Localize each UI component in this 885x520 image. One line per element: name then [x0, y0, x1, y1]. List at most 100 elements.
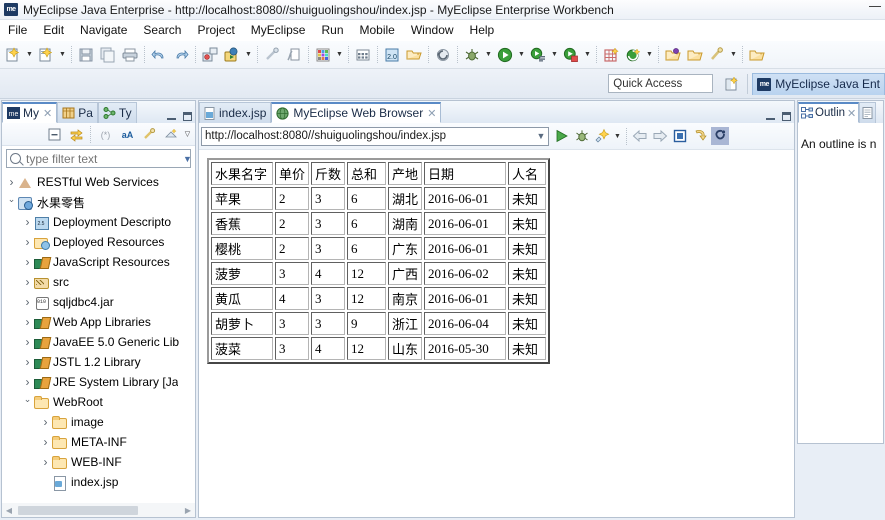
maximize-view-button[interactable]: [183, 112, 192, 121]
coverage-dropdown-arrow[interactable]: ▼: [582, 44, 593, 66]
debug-icon[interactable]: [462, 44, 482, 66]
close-icon[interactable]: ✕: [847, 107, 856, 120]
open-folder-icon[interactable]: [404, 44, 424, 66]
menu-navigate[interactable]: Navigate: [72, 21, 135, 39]
tree-item-web-app-libraries[interactable]: Web App Libraries: [2, 312, 195, 332]
url-combo[interactable]: ▼: [201, 126, 549, 146]
profile-icon[interactable]: [528, 44, 548, 66]
menu-window[interactable]: Window: [403, 21, 462, 39]
redo-icon[interactable]: [171, 44, 191, 66]
close-icon[interactable]: ✕: [43, 107, 52, 120]
tree-item-project[interactable]: 水果零售: [2, 192, 195, 212]
twisty-icon[interactable]: [22, 235, 33, 249]
twisty-icon[interactable]: [6, 197, 17, 208]
twisty-icon[interactable]: [6, 175, 17, 189]
search-dropdown-arrow[interactable]: ▼: [728, 44, 739, 66]
refresh-icon[interactable]: [690, 125, 710, 147]
color-palette-icon[interactable]: [313, 44, 333, 66]
forward-icon[interactable]: [650, 125, 670, 147]
undo-icon[interactable]: [149, 44, 169, 66]
sync-icon[interactable]: [623, 44, 643, 66]
chevron-down-icon[interactable]: ▼: [534, 131, 548, 141]
collapse-all-icon[interactable]: [44, 123, 64, 145]
profile-dropdown-arrow[interactable]: ▼: [549, 44, 560, 66]
tree-item-javaee-generic-library[interactable]: JavaEE 5.0 Generic Lib: [2, 332, 195, 352]
twisty-icon[interactable]: [22, 375, 33, 389]
new-wizard-icon[interactable]: [3, 44, 23, 66]
open-external-browser-icon[interactable]: [710, 125, 730, 147]
tree-item-webroot[interactable]: WebRoot: [2, 392, 195, 412]
tree-item-jre-system-library[interactable]: JRE System Library [Ja: [2, 372, 195, 392]
view-menu-icon[interactable]: ▽: [182, 123, 193, 145]
open-perspective-icon[interactable]: [721, 73, 743, 95]
tree-item-image[interactable]: image: [2, 412, 195, 432]
tab-myeclipse-explorer[interactable]: me My ✕: [2, 102, 58, 123]
new-java-project-icon[interactable]: [36, 44, 56, 66]
scroll-right-arrow-icon[interactable]: ▶: [181, 506, 195, 515]
run-server-dropdown-arrow[interactable]: ▼: [243, 44, 254, 66]
run-dropdown-arrow[interactable]: ▼: [516, 44, 527, 66]
tree-item-meta-inf[interactable]: META-INF: [2, 432, 195, 452]
menu-run[interactable]: Run: [313, 21, 351, 39]
explorer-horizontal-scrollbar[interactable]: ◀ ▶: [2, 503, 195, 517]
debug-browser-icon[interactable]: [572, 125, 592, 147]
twisty-icon[interactable]: [22, 215, 33, 229]
show-uppercase-icon[interactable]: aA: [117, 123, 137, 145]
menu-file[interactable]: File: [0, 21, 35, 39]
twisty-icon[interactable]: [22, 355, 33, 369]
filter-box[interactable]: ▼: [6, 149, 192, 168]
close-icon[interactable]: ✕: [427, 107, 436, 120]
open-perspective-toolbar-icon[interactable]: [747, 44, 767, 66]
tab-type-hierarchy[interactable]: Ty: [97, 102, 137, 123]
window-minimize-button[interactable]: [869, 6, 881, 7]
refresh-icon[interactable]: [433, 44, 453, 66]
menu-myeclipse[interactable]: MyEclipse: [243, 21, 314, 39]
maximize-editor-button[interactable]: [782, 112, 791, 121]
db-connect-icon[interactable]: [262, 44, 282, 66]
minimize-editor-button[interactable]: [766, 113, 775, 120]
twisty-icon[interactable]: [40, 455, 51, 469]
scroll-left-arrow-icon[interactable]: ◀: [2, 506, 16, 515]
save-icon[interactable]: [76, 44, 96, 66]
html-20-icon[interactable]: 2.0: [382, 44, 402, 66]
inspect-icon[interactable]: [592, 125, 612, 147]
quick-access-input[interactable]: Quick Access: [608, 74, 714, 93]
url-input[interactable]: [202, 129, 534, 143]
link-with-editor-icon[interactable]: [66, 123, 86, 145]
back-icon[interactable]: [630, 125, 650, 147]
tab-package-explorer[interactable]: Pa: [57, 102, 98, 123]
type-filter-input[interactable]: [7, 150, 183, 167]
twisty-icon[interactable]: [22, 335, 33, 349]
run-icon[interactable]: [495, 44, 515, 66]
menu-project[interactable]: Project: [189, 21, 242, 39]
minimize-view-button[interactable]: [167, 113, 176, 120]
palette-dropdown-arrow[interactable]: ▼: [334, 44, 345, 66]
tree-item-src[interactable]: src: [2, 272, 195, 292]
twisty-icon[interactable]: [22, 315, 33, 329]
search-task-icon[interactable]: [707, 44, 727, 66]
tab-myeclipse-web-browser[interactable]: MyEclipse Web Browser ✕: [271, 102, 442, 123]
debug-dropdown-arrow[interactable]: ▼: [483, 44, 494, 66]
tree-item-deployed-resources[interactable]: Deployed Resources: [2, 232, 195, 252]
twisty-icon[interactable]: [40, 435, 51, 449]
package-presentation-icon[interactable]: [139, 123, 159, 145]
sort-icon[interactable]: [161, 123, 181, 145]
tab-outline[interactable]: Outlin ✕: [798, 102, 860, 123]
menu-search[interactable]: Search: [135, 21, 189, 39]
menu-help[interactable]: Help: [462, 21, 503, 39]
twisty-icon[interactable]: [22, 397, 33, 408]
tree-item-jstl-library[interactable]: JSTL 1.2 Library: [2, 352, 195, 372]
chevron-down-icon[interactable]: ▼: [183, 154, 192, 164]
sync-dropdown-arrow[interactable]: ▼: [644, 44, 655, 66]
inspect-dropdown-arrow[interactable]: ▼: [612, 125, 623, 147]
tree-item-restful-web-services[interactable]: RESTful Web Services: [2, 172, 195, 192]
menu-edit[interactable]: Edit: [35, 21, 72, 39]
run-server-icon[interactable]: [222, 44, 242, 66]
twisty-icon[interactable]: [22, 255, 33, 269]
new-table-icon[interactable]: [601, 44, 621, 66]
tree-item-web-inf[interactable]: WEB-INF: [2, 452, 195, 472]
print-icon[interactable]: [120, 44, 140, 66]
grid-icon[interactable]: [353, 44, 373, 66]
tree-item-sqljdbc4-jar[interactable]: sqljdbc4.jar: [2, 292, 195, 312]
stop-icon[interactable]: [670, 125, 690, 147]
